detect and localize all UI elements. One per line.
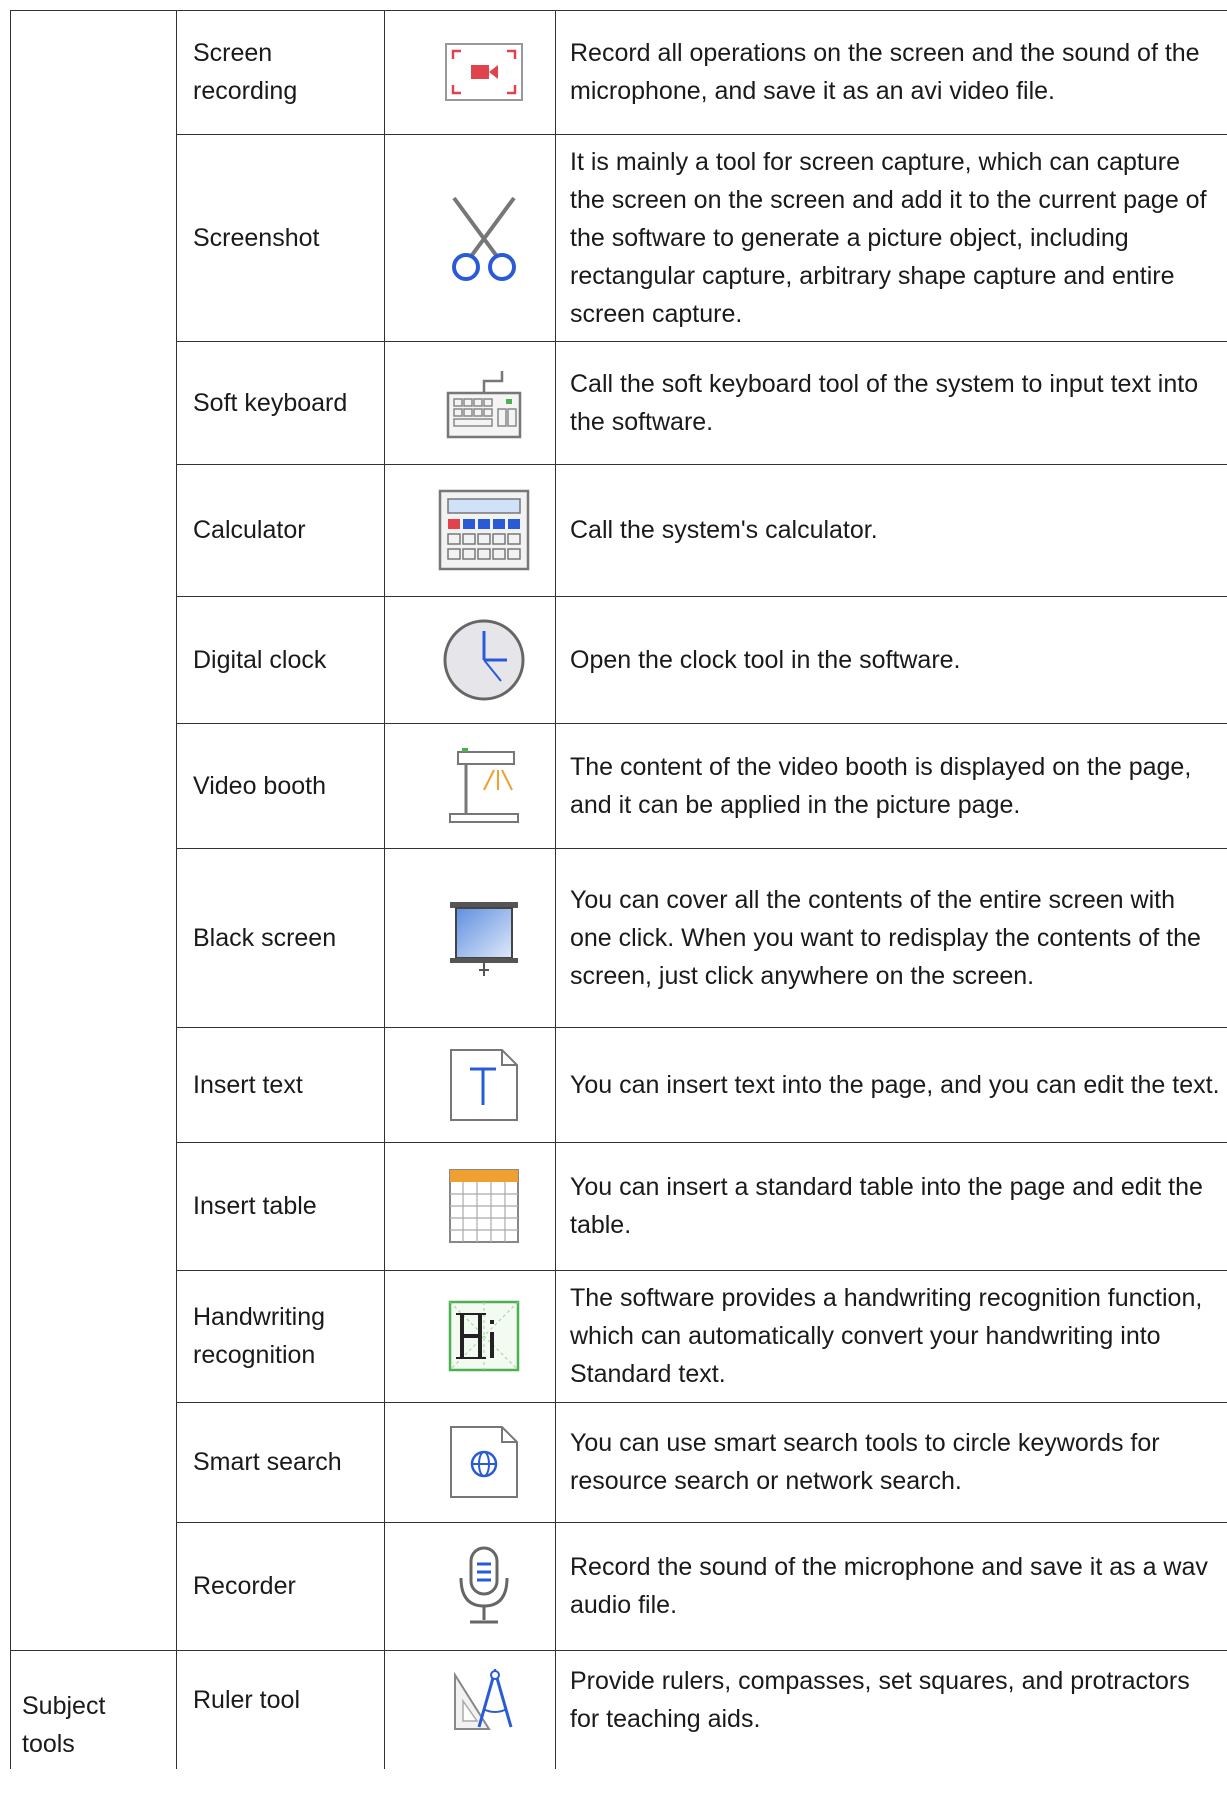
tool-name: Smart search <box>193 1448 342 1476</box>
handwriting-icon <box>404 1270 564 1402</box>
tool-description: Provide rulers, compasses, set squares, … <box>570 1667 1190 1733</box>
tool-name: Digital clock <box>193 645 327 674</box>
tool-description-cell: Open the clock tool in the software. <box>570 596 1220 723</box>
tool-name: Ruler tool <box>193 1686 300 1714</box>
tool-description: It is mainly a tool for screen capture, … <box>570 147 1207 328</box>
tool-description-cell: It is mainly a tool for screen capture, … <box>570 134 1220 341</box>
tool-description: Record all operations on the screen and … <box>570 39 1200 105</box>
tool-description-cell: Record the sound of the microphone and s… <box>570 1522 1220 1650</box>
tool-name: Insert text <box>193 1070 303 1099</box>
table-divider-category <box>176 10 177 1769</box>
tool-name: Recorder <box>193 1572 296 1600</box>
tool-description-cell: Provide rulers, compasses, set squares, … <box>570 1650 1220 1750</box>
tool-description: Call the soft keyboard tool of the syste… <box>570 369 1199 436</box>
microphone-icon <box>404 1522 564 1650</box>
text-document-icon <box>404 1027 564 1142</box>
tool-description-cell: You can use smart search tools to circle… <box>570 1402 1220 1522</box>
video-booth-icon <box>404 723 564 848</box>
ruler-compass-icon <box>404 1650 564 1750</box>
category-cell: Subject tools <box>22 1650 162 1800</box>
tool-name: Black screen <box>193 923 337 952</box>
tool-name-cell: Ruler tool <box>193 1650 373 1750</box>
tool-description: Record the sound of the microphone and s… <box>570 1553 1208 1619</box>
tool-description: You can insert a standard table into the… <box>570 1173 1203 1239</box>
tool-description-cell: Call the system's calculator. <box>570 464 1220 596</box>
screen-recording-icon <box>404 10 564 134</box>
tool-name-cell: Insert text <box>193 1027 373 1142</box>
scissors-icon <box>404 134 564 341</box>
table-border-left <box>10 10 11 1769</box>
globe-search-icon <box>404 1402 564 1522</box>
tool-description-cell: The software provides a handwriting reco… <box>570 1270 1220 1402</box>
table-icon <box>404 1142 564 1270</box>
tool-name: Video booth <box>193 771 326 800</box>
tool-description: Call the system's calculator. <box>570 516 878 544</box>
projector-screen-icon <box>404 848 564 1027</box>
tool-description-cell: You can insert text into the page, and y… <box>570 1027 1220 1142</box>
tool-name-cell: Soft keyboard <box>193 341 373 464</box>
tool-description: You can cover all the contents of the en… <box>570 885 1201 990</box>
tool-description-cell: Call the soft keyboard tool of the syste… <box>570 341 1220 464</box>
tool-name-cell: Smart search <box>193 1402 373 1522</box>
tool-name-cell: Insert table <box>193 1142 373 1270</box>
tool-name-cell: Screenshot <box>193 134 373 341</box>
calculator-icon <box>404 464 564 596</box>
tool-name: Insert table <box>193 1192 317 1220</box>
tool-name-cell: Handwriting recognition <box>193 1270 373 1402</box>
tool-name: Screen recording <box>193 39 298 105</box>
category-label: Subject tools <box>22 1692 106 1758</box>
tool-description-cell: You can insert a standard table into the… <box>570 1142 1220 1270</box>
table-divider-name <box>384 10 385 1769</box>
clock-icon <box>404 596 564 723</box>
tool-name: Soft keyboard <box>193 388 348 417</box>
tool-name-cell: Video booth <box>193 723 373 848</box>
tool-name: Screenshot <box>193 223 320 252</box>
tool-description: You can insert text into the page, and y… <box>570 1070 1220 1099</box>
tool-name-cell: Black screen <box>193 848 373 1027</box>
tool-name-cell: Calculator <box>193 464 373 596</box>
tool-name: Calculator <box>193 516 306 544</box>
tool-name: Handwriting recognition <box>193 1303 326 1369</box>
tool-name-cell: Recorder <box>193 1522 373 1650</box>
tool-description-cell: The content of the video booth is displa… <box>570 723 1220 848</box>
tool-description-cell: You can cover all the contents of the en… <box>570 848 1220 1027</box>
keyboard-icon <box>404 341 564 464</box>
tool-description: The content of the video booth is displa… <box>570 752 1192 819</box>
tool-description: You can use smart search tools to circle… <box>570 1429 1160 1495</box>
tool-name-cell: Digital clock <box>193 596 373 723</box>
tool-name-cell: Screen recording <box>193 10 373 134</box>
tool-description-cell: Record all operations on the screen and … <box>570 10 1220 134</box>
tool-description: The software provides a handwriting reco… <box>570 1284 1203 1388</box>
tools-table: Screen recording Record all operations o… <box>0 0 1227 1769</box>
tool-description: Open the clock tool in the software. <box>570 645 961 674</box>
